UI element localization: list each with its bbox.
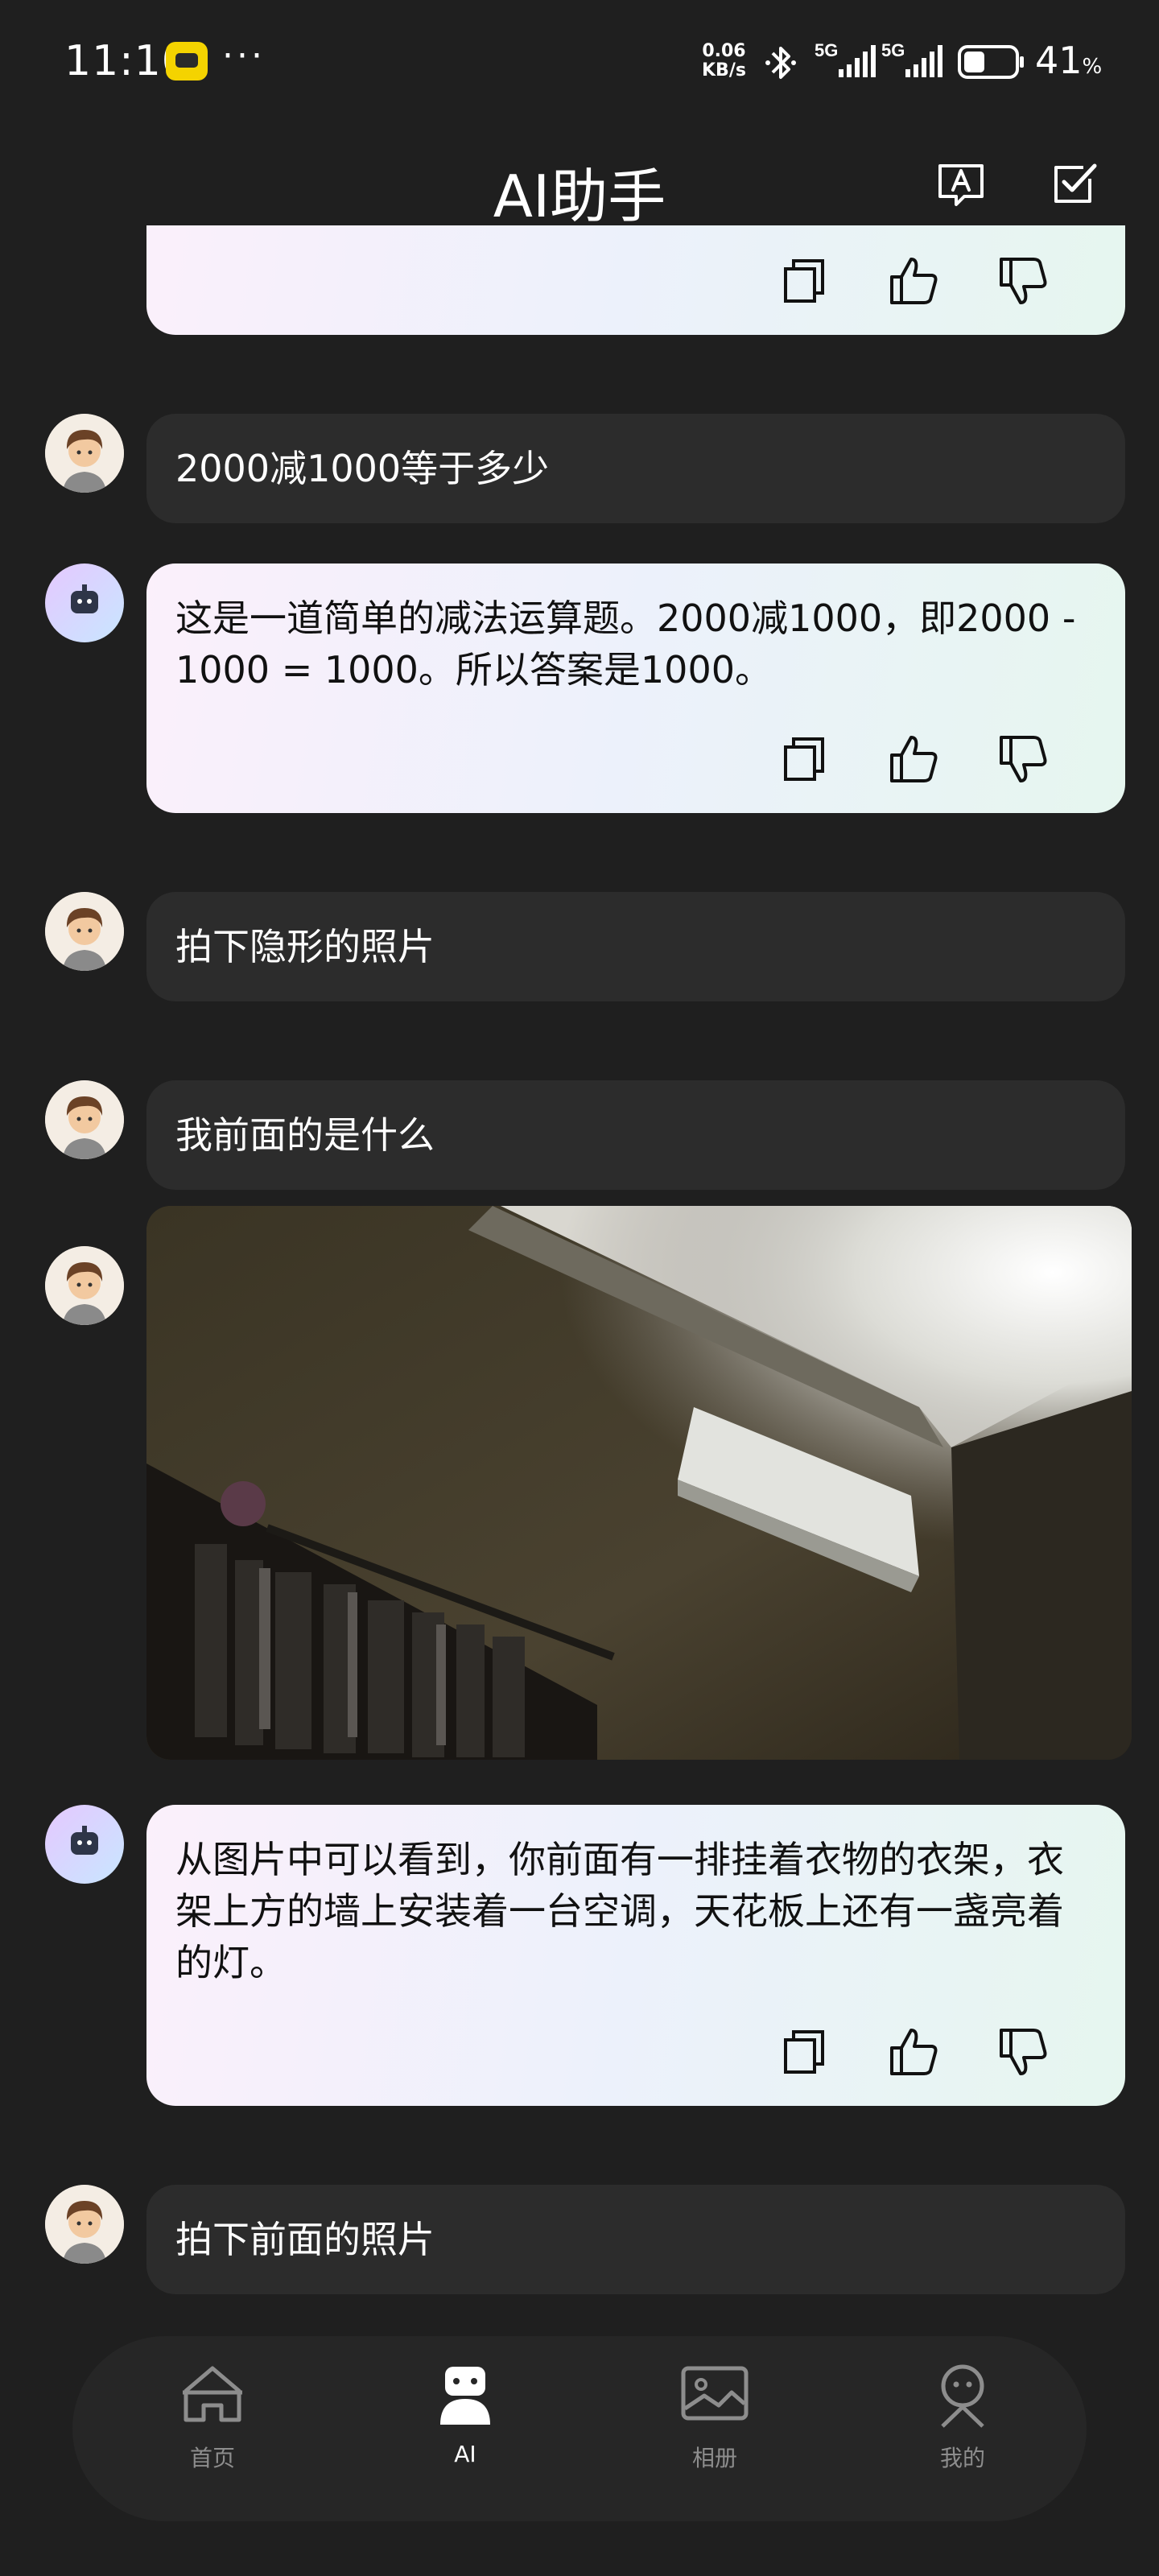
translate-icon[interactable] xyxy=(932,155,990,213)
signal-label: 5G xyxy=(815,40,838,60)
home-icon xyxy=(183,2366,242,2422)
robot-icon xyxy=(440,2367,490,2425)
thumbs-down-icon[interactable] xyxy=(993,2022,1053,2082)
nav-home-label: 首页 xyxy=(189,2445,235,2471)
user-avatar xyxy=(45,414,124,493)
thumbs-down-icon[interactable] xyxy=(993,251,1053,311)
robot-avatar xyxy=(45,1805,124,1884)
copy-icon[interactable] xyxy=(774,729,834,789)
signal-label-2: 5G xyxy=(881,40,905,60)
nav-album[interactable]: 相册 xyxy=(642,2359,787,2496)
app-notification-icon xyxy=(166,42,208,80)
assistant-message-text: 从图片中可以看到，你前面有一排挂着衣物的衣架，衣架上方的墙上安装着一台空调，天花… xyxy=(175,1838,1064,1984)
user-message-bubble: 2000减1000等于多少 xyxy=(146,414,1125,523)
user-avatar xyxy=(45,892,124,971)
nav-home[interactable]: 首页 xyxy=(140,2359,285,2496)
battery-percentage: 41% xyxy=(1035,39,1103,82)
signal-strength-icon: 5G xyxy=(815,40,876,77)
nav-me-label: 我的 xyxy=(939,2445,985,2471)
assistant-message-bubble: 从图片中可以看到，你前面有一排挂着衣物的衣架，衣架上方的墙上安装着一台空调，天花… xyxy=(146,1805,1125,2106)
copy-icon[interactable] xyxy=(774,251,834,311)
user-photo-message[interactable] xyxy=(146,1206,1132,1760)
thumbs-up-icon[interactable] xyxy=(884,729,943,789)
thumbs-up-icon[interactable] xyxy=(884,2022,943,2082)
battery-icon xyxy=(958,45,1024,79)
profile-icon xyxy=(941,2364,984,2428)
app-header: AI助手 xyxy=(0,121,1159,230)
user-avatar xyxy=(45,1246,124,1325)
nav-me[interactable]: 我的 xyxy=(890,2359,1035,2496)
user-message-bubble: 我前面的是什么 xyxy=(146,1080,1125,1190)
nav-ai-label: AI xyxy=(454,2441,476,2467)
checkbox-icon[interactable] xyxy=(1046,155,1104,213)
robot-avatar xyxy=(45,564,124,642)
thumbs-down-icon[interactable] xyxy=(993,729,1053,789)
more-notifications-icon: ··· xyxy=(222,35,266,76)
message-actions xyxy=(774,2022,1053,2082)
assistant-message-bubble: 这是一道简单的减法运算题。2000减1000，即2000 - 1000 = 10… xyxy=(146,564,1125,813)
gallery-icon xyxy=(681,2366,749,2421)
user-message-bubble: 拍下前面的照片 xyxy=(146,2185,1125,2294)
status-bar: 11:10 ··· 0.06 KB/s 5G 5G 41% xyxy=(0,0,1159,121)
user-avatar xyxy=(45,1080,124,1159)
message-actions xyxy=(774,729,1053,789)
nav-album-label: 相册 xyxy=(691,2445,737,2471)
nav-ai[interactable]: AI xyxy=(393,2359,538,2496)
network-speed: 0.06 KB/s xyxy=(702,41,746,80)
bottom-navigation: 首页 AI 相册 我的 xyxy=(72,2336,1087,2521)
assistant-message-text: 这是一道简单的减法运算题。2000减1000，即2000 - 1000 = 10… xyxy=(175,597,1076,691)
message-actions xyxy=(774,251,1053,311)
user-avatar xyxy=(45,2185,124,2264)
user-message-bubble: 拍下隐形的照片 xyxy=(146,892,1125,1001)
thumbs-up-icon[interactable] xyxy=(884,251,943,311)
copy-icon[interactable] xyxy=(774,2022,834,2082)
bluetooth-icon xyxy=(765,47,796,79)
signal-strength-icon-2: 5G xyxy=(881,40,942,77)
